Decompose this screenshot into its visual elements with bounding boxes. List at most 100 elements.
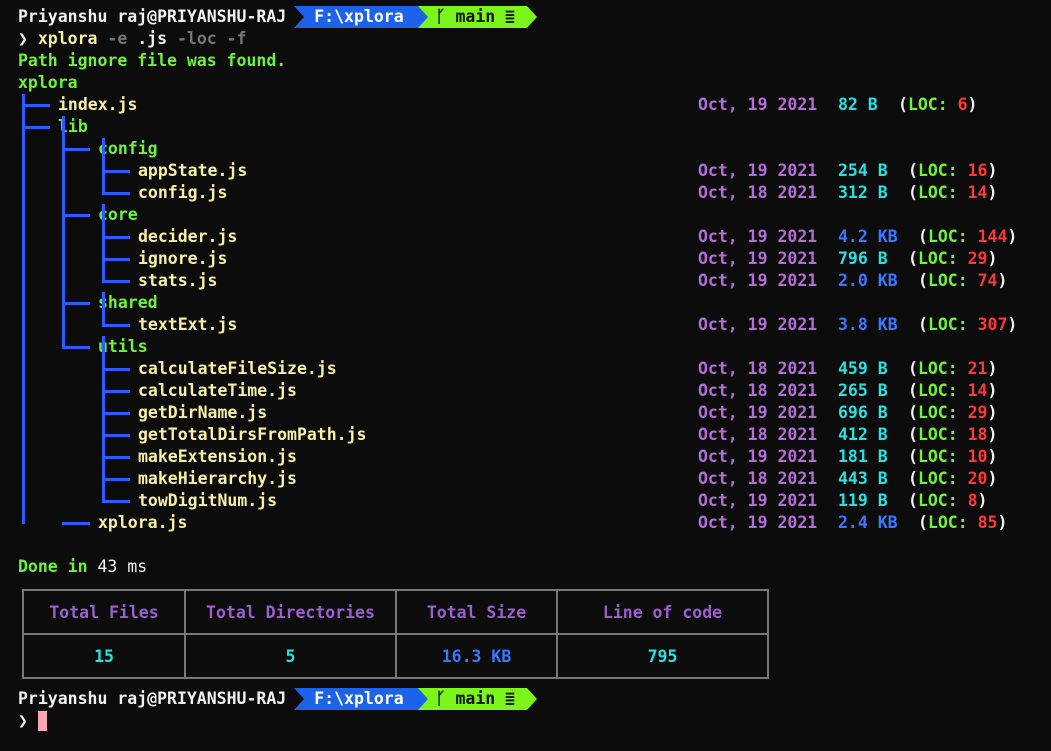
file-date: Oct, 18 2021 [698,183,818,202]
ignore-file-message: Path ignore file was found. [18,51,287,70]
file-loc: (LOC: 144) [918,227,1018,246]
loc-label: LOC: [927,271,978,290]
file-date: Oct, 19 2021 [698,95,818,114]
file-date: Oct, 18 2021 [698,469,818,488]
value-total-files: 15 [22,633,186,679]
file-date: Oct, 19 2021 [698,315,818,334]
loc-label: LOC: [917,403,968,422]
done-prefix: Done [18,557,58,576]
tree-connector [102,368,130,371]
done-in: in [67,557,88,576]
prompt-branch: main [455,7,496,26]
branch-status-icon: ≣ [505,689,516,708]
tree-connector [102,258,130,261]
summary-table: Total Files Total Directories Total Size… [22,589,769,679]
tree-connector [102,324,130,327]
file-size: 119 B [838,491,888,510]
command-flag-loc: -loc [176,29,217,48]
tree-directory: config [98,139,158,158]
file-size: 312 B [838,183,888,202]
done-value: 43 [97,557,118,576]
loc-label: LOC: [927,227,978,246]
command-flag-e: -e [107,29,128,48]
file-loc: (LOC: 307) [918,315,1018,334]
file-date: Oct, 18 2021 [698,425,818,444]
file-size: 443 B [838,469,888,488]
branch-status-icon: ≣ [505,7,516,26]
value-total-directories: 5 [184,633,397,679]
loc-label: LOC: [917,381,968,400]
file-size: 2.4 KB [838,513,898,532]
loc-value: 8 [967,491,978,510]
tree-file: config.js [138,183,228,202]
loc-value: 29 [967,403,988,422]
tree-file: textExt.js [138,315,238,334]
git-branch-icon: ᚴ [435,689,456,708]
loc-label: LOC: [917,359,968,378]
tree-guide [102,292,105,326]
tree-file: index.js [58,95,138,114]
file-size: 265 B [838,381,888,400]
file-loc: (LOC: 6) [898,95,978,114]
prompt-path-segment: F:\xplora [294,688,429,710]
file-date: Oct, 19 2021 [698,161,818,180]
tree-guide [22,94,25,524]
shell-prompt: Priyanshu raj@PRIYANSHU-RAJ F:\xplora ᚴ … [18,6,538,28]
value-total-size: 16.3 KB [395,633,558,679]
tree-file: appState.js [138,161,248,180]
file-date: Oct, 19 2021 [698,513,818,532]
prompt-branch: main [455,689,496,708]
header-line-of-code: Line of code [556,589,769,635]
tree-directory: shared [98,293,158,312]
tree-connector [102,456,130,459]
loc-value: 85 [977,513,998,532]
file-loc: (LOC: 18) [908,425,998,444]
loc-value: 144 [977,227,1008,246]
tree-connector [102,192,130,195]
loc-label: LOC: [917,491,968,510]
tree-file: towDigitNum.js [138,491,278,510]
file-date: Oct, 18 2021 [698,381,818,400]
loc-value: 307 [977,315,1008,334]
tree-file: stats.js [138,271,218,290]
tree-connector [102,390,130,393]
input-line[interactable]: ❯ [18,710,28,732]
file-size: 2.0 KB [838,271,898,290]
tree-connector [102,170,130,173]
file-loc: (LOC: 20) [908,469,998,488]
prompt-path-segment: F:\xplora [294,6,429,28]
file-date: Oct, 19 2021 [698,227,818,246]
file-size: 181 B [838,447,888,466]
loc-value: 20 [967,469,988,488]
file-loc: (LOC: 8) [908,491,988,510]
command-ext: .js [137,29,168,48]
tree-file: makeExtension.js [138,447,297,466]
tree-connector [22,126,50,129]
prompt-symbol: ❯ [18,711,28,730]
file-size: 82 B [838,95,878,114]
shell-prompt-2: Priyanshu raj@PRIYANSHU-RAJ F:\xplora ᚴ … [18,688,538,710]
tree-connector [102,500,130,503]
git-branch-icon: ᚴ [435,7,456,26]
tree-connector [102,434,130,437]
file-loc: (LOC: 16) [908,161,998,180]
loc-value: 29 [967,249,988,268]
tree-directory: utils [98,337,148,356]
file-size: 796 B [838,249,888,268]
prompt-git-segment: ᚴ main ≣ [417,688,538,710]
tree-file: makeHierarchy.js [138,469,297,488]
tree-guide [102,138,105,194]
tree-connector [102,478,130,481]
tree-root: xplora [18,73,78,92]
prompt-path: F:\xplora [314,689,404,708]
file-date: Oct, 19 2021 [698,271,818,290]
file-loc: (LOC: 29) [908,403,998,422]
tree-file: calculateFileSize.js [138,359,337,378]
command-program: xplora [37,29,98,48]
tree-file: getDirName.js [138,403,268,422]
terminal-cursor [38,711,47,731]
prompt-symbol: ❯ [18,29,28,48]
tree-connector [102,280,130,283]
file-size: 4.2 KB [838,227,898,246]
tree-connector [62,346,90,349]
